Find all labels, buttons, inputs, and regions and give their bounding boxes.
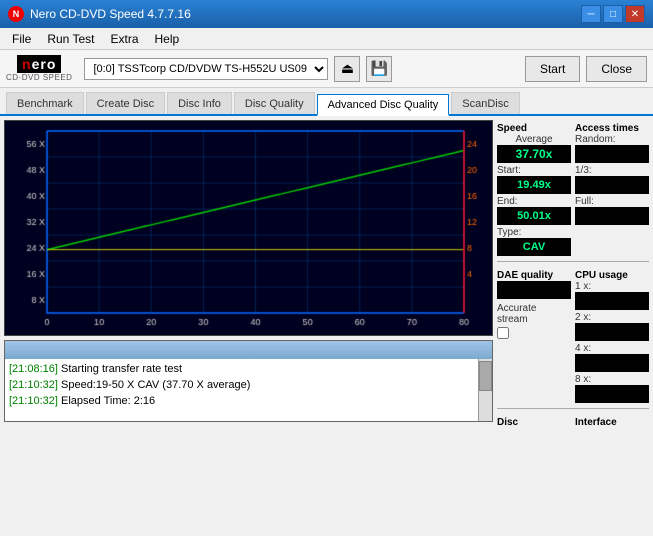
start-value: 19.49x	[497, 176, 571, 194]
interface-label: Interface	[575, 417, 649, 426]
drive-selector[interactable]: [0:0] TSSTcorp CD/DVDW TS-H552U US09	[84, 58, 328, 80]
end-value: 50.01x	[497, 207, 571, 225]
full-label: Full:	[575, 196, 649, 207]
close-button[interactable]: Close	[586, 56, 647, 82]
log-body: [21:08:16] Starting transfer rate test […	[5, 359, 492, 411]
cpu-8x-value	[575, 385, 649, 403]
divider-2	[497, 408, 649, 409]
close-window-button[interactable]: ✕	[625, 5, 645, 23]
divider-1	[497, 261, 649, 262]
log-area: [21:08:16] Starting transfer rate test […	[4, 340, 493, 422]
full-value	[575, 207, 649, 225]
dae-value	[497, 281, 571, 299]
cpu-4x-value	[575, 354, 649, 372]
access-title: Access times	[575, 123, 649, 134]
tab-advanced-disc-quality[interactable]: Advanced Disc Quality	[317, 94, 450, 116]
log-scrollbar[interactable]	[478, 359, 492, 421]
log-entry-2: [21:10:32] Elapsed Time: 2:16	[9, 393, 488, 409]
speed-title: Speed	[497, 123, 571, 134]
dae-section: DAE quality Accurate stream	[497, 267, 571, 403]
log-time-1: [21:10:32]	[9, 379, 58, 391]
scroll-thumb[interactable]	[479, 361, 492, 391]
logo-subtitle: CD·DVD SPEED	[6, 73, 72, 82]
start-button[interactable]: Start	[525, 56, 580, 82]
app-icon: N	[8, 6, 24, 22]
log-text-2: Elapsed Time: 2:16	[61, 395, 155, 407]
main-area: [21:08:16] Starting transfer rate test […	[0, 116, 653, 426]
disc-section: Disc Type: Data CD Length: 79:57.68	[497, 414, 571, 426]
speed-access-row: Speed Average 37.70x Start: 19.49x End: …	[497, 120, 649, 256]
nero-logo: nero CD·DVD SPEED	[6, 55, 72, 82]
stream-label: stream	[497, 314, 571, 325]
menu-extra[interactable]: Extra	[102, 30, 146, 48]
start-label: Start:	[497, 165, 571, 176]
average-value: 37.70x	[497, 145, 571, 163]
speed-section: Speed Average 37.70x Start: 19.49x End: …	[497, 120, 571, 256]
one-third-label: 1/3:	[575, 165, 649, 176]
menu-file[interactable]: File	[4, 30, 39, 48]
one-third-value	[575, 176, 649, 194]
log-text-0: Starting transfer rate test	[61, 363, 182, 375]
chart-log-area: [21:08:16] Starting transfer rate test […	[0, 116, 493, 426]
tab-disc-info[interactable]: Disc Info	[167, 92, 232, 114]
window-controls[interactable]: ─ □ ✕	[581, 5, 645, 23]
menu-run-test[interactable]: Run Test	[39, 30, 102, 48]
title-bar: N Nero CD-DVD Speed 4.7.7.16 ─ □ ✕	[0, 0, 653, 28]
tab-bar: Benchmark Create Disc Disc Info Disc Qua…	[0, 88, 653, 116]
disc-title: Disc	[497, 417, 571, 426]
maximize-button[interactable]: □	[603, 5, 623, 23]
dae-label: DAE quality	[497, 270, 571, 281]
accurate-checkbox-row	[497, 327, 571, 339]
menu-help[interactable]: Help	[147, 30, 188, 48]
cpu-4x-label: 4 x:	[575, 343, 649, 354]
accurate-label: Accurate	[497, 303, 571, 314]
log-time-0: [21:08:16]	[9, 363, 58, 375]
log-entry-0: [21:08:16] Starting transfer rate test	[9, 361, 488, 377]
save-icon[interactable]: 💾	[366, 56, 392, 82]
type-value: CAV	[497, 238, 571, 256]
log-header	[5, 341, 492, 359]
cpu-1x-value	[575, 292, 649, 310]
dae-cpu-row: DAE quality Accurate stream CPU usage 1 …	[497, 267, 649, 403]
access-section: Access times Random: 1/3: Full:	[575, 120, 649, 256]
right-panel: Speed Average 37.70x Start: 19.49x End: …	[493, 116, 653, 426]
accurate-stream-checkbox[interactable]	[497, 327, 509, 339]
random-value	[575, 145, 649, 163]
tab-benchmark[interactable]: Benchmark	[6, 92, 84, 114]
speed-chart	[5, 121, 492, 335]
cpu-section: CPU usage 1 x: 2 x: 4 x: 8 x:	[575, 267, 649, 403]
tab-scandisc[interactable]: ScanDisc	[451, 92, 519, 114]
cpu-label: CPU usage	[575, 270, 649, 281]
cpu-2x-value	[575, 323, 649, 341]
cpu-1x-label: 1 x:	[575, 281, 649, 292]
toolbar: nero CD·DVD SPEED [0:0] TSSTcorp CD/DVDW…	[0, 50, 653, 88]
log-time-2: [21:10:32]	[9, 395, 58, 407]
disc-interface-row: Disc Type: Data CD Length: 79:57.68 Inte…	[497, 414, 649, 426]
minimize-button[interactable]: ─	[581, 5, 601, 23]
chart-container	[4, 120, 493, 336]
tab-disc-quality[interactable]: Disc Quality	[234, 92, 315, 114]
end-label: End:	[497, 196, 571, 207]
log-entry-1: [21:10:32] Speed:19-50 X CAV (37.70 X av…	[9, 377, 488, 393]
average-label: Average	[497, 134, 571, 145]
cpu-2x-label: 2 x:	[575, 312, 649, 323]
menu-bar: File Run Test Extra Help	[0, 28, 653, 50]
eject-icon[interactable]: ⏏	[334, 56, 360, 82]
cpu-8x-label: 8 x:	[575, 374, 649, 385]
random-label: Random:	[575, 134, 649, 145]
type-label: Type:	[497, 227, 571, 238]
interface-section: Interface Burst rate:	[575, 414, 649, 426]
tab-create-disc[interactable]: Create Disc	[86, 92, 165, 114]
log-text-1: Speed:19-50 X CAV (37.70 X average)	[61, 379, 250, 391]
window-title: Nero CD-DVD Speed 4.7.7.16	[30, 7, 581, 21]
